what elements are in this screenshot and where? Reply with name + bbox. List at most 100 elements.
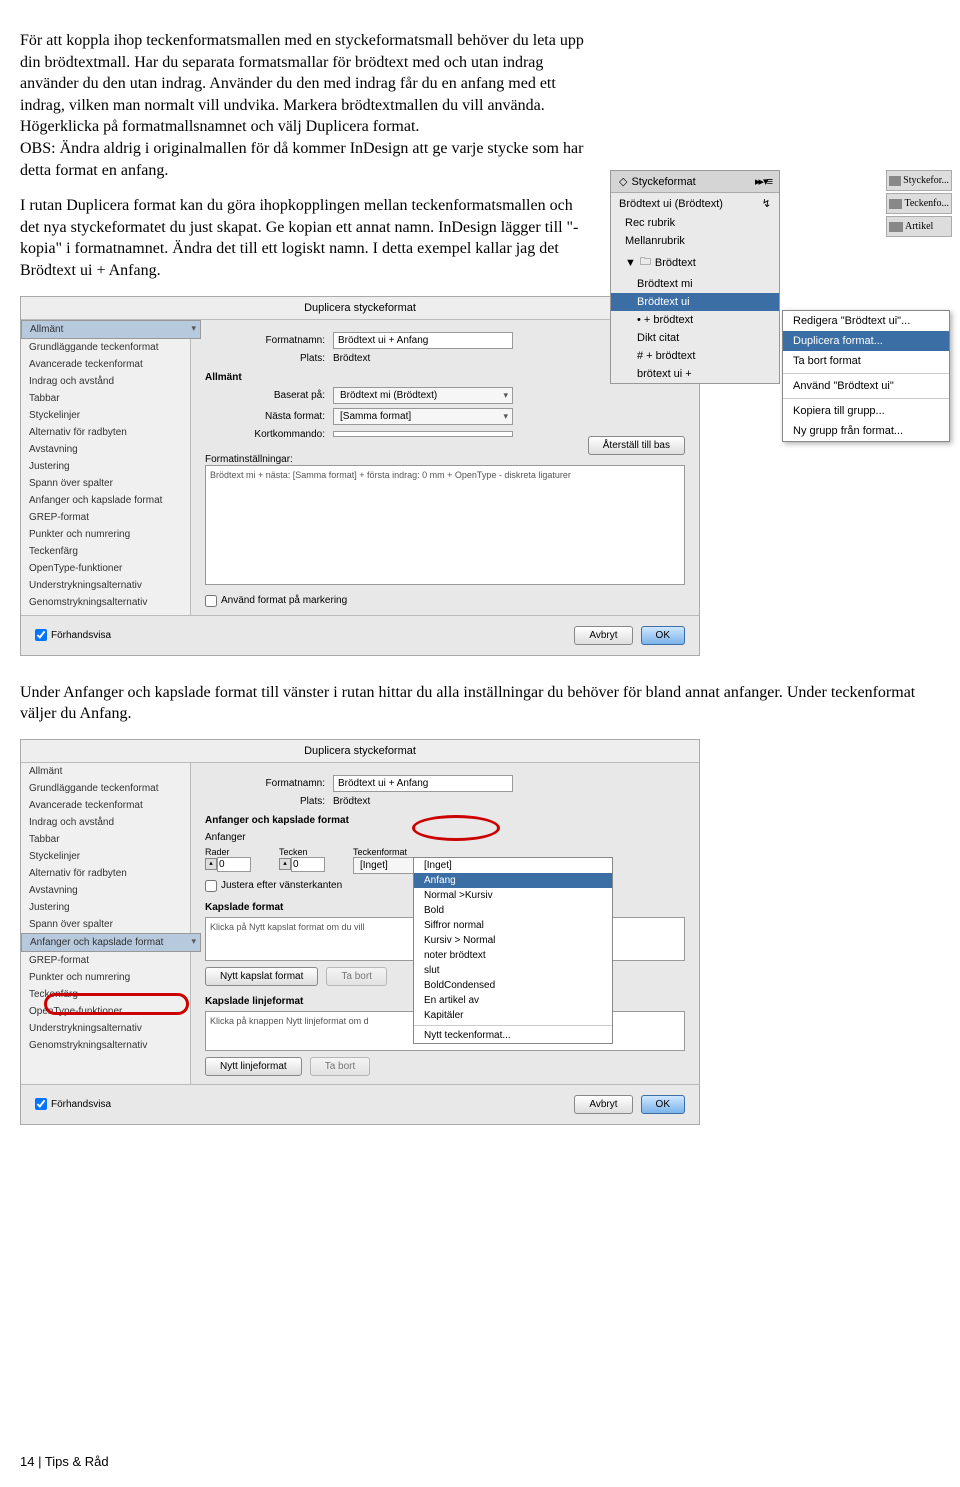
use-on-selection-checkbox[interactable] (205, 595, 217, 607)
dialog-category-item[interactable]: Styckelinjer (21, 407, 190, 424)
folder-row[interactable]: ▼🗀Brödtext (611, 250, 779, 275)
reset-button[interactable]: Återställ till bas (588, 436, 685, 455)
dialog-category-item[interactable]: Justering (21, 899, 190, 916)
panel-style-item[interactable]: # + brödtext (611, 347, 779, 365)
nasta-select[interactable]: [Samma format] (333, 408, 513, 425)
rader-spinner[interactable]: ▴ (205, 857, 251, 872)
dialog-category-item[interactable]: OpenType-funktioner (21, 560, 190, 577)
dropdown-item[interactable]: Normal >Kursiv (414, 888, 612, 903)
dialog-category-item[interactable]: Indrag och avstånd (21, 814, 190, 831)
tab-styckeformat[interactable]: Styckefor... (886, 170, 952, 191)
dialog-category-item[interactable]: Tabbar (21, 390, 190, 407)
body-text-2: I rutan Duplicera format kan du göra iho… (20, 195, 590, 281)
dialog-category-item[interactable]: Genomstrykningsalternativ (21, 594, 190, 611)
dropdown-item[interactable]: Nytt teckenformat... (414, 1028, 612, 1043)
preview-checkbox[interactable] (35, 629, 47, 641)
context-menu-item[interactable]: Redigera "Brödtext ui"... (783, 311, 949, 331)
dialog-category-item[interactable]: GREP-format (21, 509, 190, 526)
dropdown-item[interactable]: slut (414, 963, 612, 978)
dialog-category-item[interactable]: Avstavning (21, 882, 190, 899)
dialog-category-item[interactable]: Allmänt (21, 320, 201, 339)
dialog-category-item[interactable]: Teckenfärg (21, 986, 190, 1003)
current-style-name: Brödtext ui (Brödtext) (619, 198, 723, 210)
dialog-category-item[interactable]: Teckenfärg (21, 543, 190, 560)
ta-bort-button-2: Ta bort (310, 1057, 371, 1076)
dialog-category-item[interactable]: Alternativ för radbyten (21, 424, 190, 441)
baserat-select[interactable]: Brödtext mi (Brödtext) (333, 387, 513, 404)
dropdown-item[interactable]: Siffror normal (414, 918, 612, 933)
nytt-linje-button[interactable]: Nytt linjeformat (205, 1057, 302, 1076)
ok-button[interactable]: OK (641, 1095, 685, 1114)
context-menu: Redigera "Brödtext ui"...Duplicera forma… (782, 310, 950, 442)
panel-style-item[interactable]: brötext ui + (611, 365, 779, 383)
body-text: För att koppla ihop teckenformatsmallen … (20, 32, 584, 135)
dialog-category-item[interactable]: Grundläggande teckenformat (21, 780, 190, 797)
panel-title-bar[interactable]: ◇ Styckeformat ▸▸ ▾≡ (611, 171, 779, 193)
dialog-category-item[interactable]: Justering (21, 458, 190, 475)
dropdown-item[interactable]: Bold (414, 903, 612, 918)
dialog-category-item[interactable]: Styckelinjer (21, 848, 190, 865)
cancel-button[interactable]: Avbryt (574, 1095, 632, 1114)
dialog-category-item[interactable]: Anfanger och kapslade format (21, 492, 190, 509)
preview-label: Förhandsvisa (51, 1099, 111, 1110)
context-menu-item[interactable]: Duplicera format... (783, 331, 949, 351)
dropdown-item[interactable]: [Inget] (414, 858, 612, 873)
context-menu-item[interactable]: Ta bort format (783, 351, 949, 371)
panel-item[interactable]: Rec rubrik (611, 214, 779, 232)
dialog-category-item[interactable]: Alternativ för radbyten (21, 865, 190, 882)
nytt-kapslat-button[interactable]: Nytt kapslat format (205, 967, 318, 986)
panel-style-item[interactable]: Brödtext mi (611, 275, 779, 293)
dialog-category-item[interactable]: Grundläggande teckenformat (21, 339, 190, 356)
dialog-category-item[interactable]: Avancerade teckenformat (21, 356, 190, 373)
dialog-category-item[interactable]: Indrag och avstånd (21, 373, 190, 390)
justera-checkbox[interactable] (205, 880, 217, 892)
ta-bort-button: Ta bort (326, 967, 387, 986)
rader-input[interactable] (217, 857, 251, 872)
tab-label: Teckenfo... (904, 198, 949, 209)
preview-checkbox[interactable] (35, 1098, 47, 1110)
panel-style-item[interactable]: • + brödtext (611, 311, 779, 329)
dialog-category-item[interactable]: OpenType-funktioner (21, 1003, 190, 1020)
tecken-spinner[interactable]: ▴ (279, 857, 325, 872)
dialog-category-item[interactable]: GREP-format (21, 952, 190, 969)
dialog-category-item[interactable]: Understrykningsalternativ (21, 1020, 190, 1037)
dialog-category-item[interactable]: Punkter och numrering (21, 969, 190, 986)
panel-item[interactable]: Mellanrubrik (611, 232, 779, 250)
use-on-selection-label: Använd format på markering (221, 595, 347, 606)
dropdown-item[interactable]: Kursiv > Normal (414, 933, 612, 948)
dialog-category-item[interactable]: Punkter och numrering (21, 526, 190, 543)
tab-artikel[interactable]: Artikel (886, 216, 952, 237)
preview-label: Förhandsvisa (51, 630, 111, 641)
dialog-category-item[interactable]: Tabbar (21, 831, 190, 848)
dialog-category-item[interactable]: Allmänt (21, 763, 190, 780)
dropdown-item[interactable]: Kapitäler (414, 1008, 612, 1023)
formatnamn-input[interactable]: Brödtext ui + Anfang (333, 775, 513, 792)
dialog-category-item[interactable]: Avancerade teckenformat (21, 797, 190, 814)
dialog-category-item[interactable]: Anfanger och kapslade format (21, 933, 201, 952)
panel-style-item[interactable]: Brödtext ui (611, 293, 779, 311)
justera-label: Justera efter vänsterkanten (221, 880, 342, 891)
dialog-category-item[interactable]: Understrykningsalternativ (21, 577, 190, 594)
dropdown-item[interactable]: En artikel av (414, 993, 612, 1008)
context-menu-item[interactable]: Ny grupp från format... (783, 421, 949, 441)
dialog-category-item[interactable]: Spann över spalter (21, 475, 190, 492)
context-menu-item[interactable]: Använd "Brödtext ui" (783, 376, 949, 396)
tab-teckenformat[interactable]: Teckenfo... (886, 193, 952, 214)
dropdown-item[interactable]: Anfang (414, 873, 612, 888)
paragraph-styles-panel: ◇ Styckeformat ▸▸ ▾≡ Brödtext ui (Brödte… (610, 170, 950, 384)
dialog-title: Duplicera styckeformat (21, 740, 699, 763)
formatnamn-label: Formatnamn: (205, 335, 325, 346)
teckenformat-dropdown[interactable]: [Inget]AnfangNormal >KursivBoldSiffror n… (413, 857, 613, 1044)
panel-style-item[interactable]: Dikt citat (611, 329, 779, 347)
ok-button[interactable]: OK (641, 626, 685, 645)
dropdown-item[interactable]: noter brödtext (414, 948, 612, 963)
context-menu-item[interactable]: Kopiera till grupp... (783, 401, 949, 421)
tecken-input[interactable] (291, 857, 325, 872)
kortkommando-input[interactable] (333, 431, 513, 437)
dialog-category-item[interactable]: Spann över spalter (21, 916, 190, 933)
dialog-category-item[interactable]: Genomstrykningsalternativ (21, 1037, 190, 1054)
formatnamn-input[interactable]: Brödtext ui + Anfang (333, 332, 513, 349)
dropdown-item[interactable]: BoldCondensed (414, 978, 612, 993)
dialog-category-item[interactable]: Avstavning (21, 441, 190, 458)
cancel-button[interactable]: Avbryt (574, 626, 632, 645)
